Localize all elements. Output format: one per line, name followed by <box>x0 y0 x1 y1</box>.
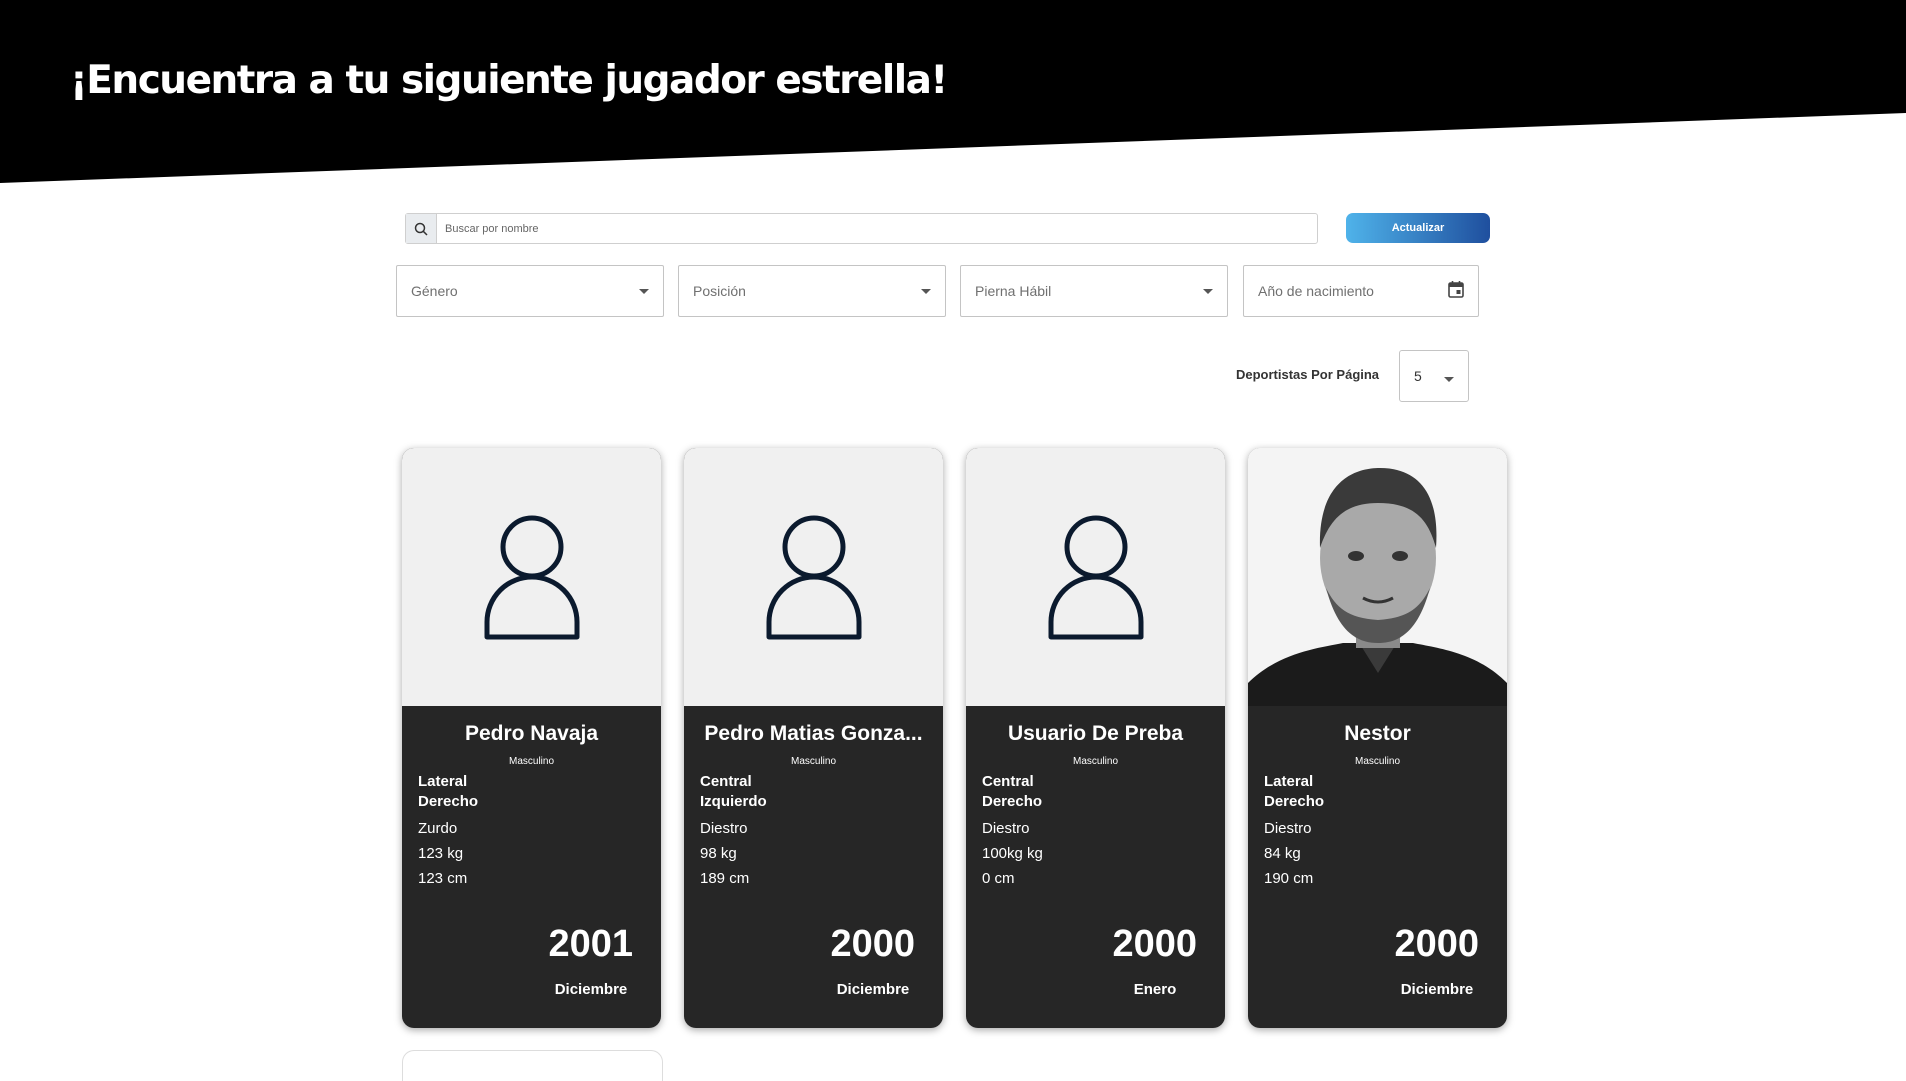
player-photo <box>402 448 661 706</box>
player-card[interactable]: Pedro Navaja Masculino Lateral Derecho Z… <box>402 448 661 1028</box>
player-card[interactable]: Usuario De Preba Masculino Central Derec… <box>966 448 1225 1028</box>
player-card-partial <box>402 1050 663 1081</box>
foot-select[interactable]: Pierna Hábil <box>960 265 1228 317</box>
player-position: Lateral Derecho <box>418 773 479 810</box>
player-height: 190 cm <box>1264 870 1314 887</box>
position-select[interactable]: Posición <box>678 265 946 317</box>
player-card[interactable]: Nestor Masculino Lateral Derecho Diestro… <box>1248 448 1507 1028</box>
gender-select-label: Género <box>411 283 458 299</box>
player-height: 189 cm <box>700 870 750 887</box>
player-name: Pedro Navaja <box>464 722 599 745</box>
calendar-icon[interactable] <box>1448 280 1464 303</box>
player-gender: Masculino <box>508 756 555 767</box>
player-birth-year: 2000 <box>1112 923 1197 965</box>
page-title: ¡Encuentra a tu siguiente jugador estrel… <box>70 58 948 103</box>
search-bar <box>405 213 1318 244</box>
player-foot: Zurdo <box>418 820 458 837</box>
player-position: Central Izquierdo <box>700 773 767 810</box>
player-foot: Diestro <box>700 820 748 837</box>
person-placeholder-icon <box>766 515 861 640</box>
player-birth-year: 2000 <box>830 923 915 965</box>
player-height: 0 cm <box>982 870 1015 887</box>
per-page-value: 5 <box>1414 368 1422 384</box>
chevron-down-icon <box>1203 288 1213 294</box>
player-name: Nestor <box>1344 722 1411 745</box>
player-photo <box>684 448 943 706</box>
player-weight: 123 kg <box>418 845 464 862</box>
player-foot: Diestro <box>982 820 1030 837</box>
gender-select[interactable]: Género <box>396 265 664 317</box>
chevron-down-icon <box>921 288 931 294</box>
player-birth-month: Enero <box>1133 981 1177 998</box>
player-birth-month: Diciembre <box>554 981 628 998</box>
player-card[interactable]: Pedro Matias Gonza... Masculino Central … <box>684 448 943 1028</box>
birth-year-field[interactable]: Año de nacimiento <box>1243 265 1479 317</box>
birth-year-label: Año de nacimiento <box>1258 283 1374 299</box>
update-button[interactable]: Actualizar <box>1346 213 1490 243</box>
per-page-label: Deportistas Por Página <box>1236 367 1380 382</box>
chevron-down-icon <box>1444 376 1454 382</box>
player-gender: Masculino <box>1072 756 1119 767</box>
player-birth-year: 2001 <box>548 923 633 965</box>
player-position: Lateral Derecho <box>1264 773 1325 810</box>
player-name: Pedro Matias Gonza... <box>704 722 923 745</box>
foot-select-label: Pierna Hábil <box>975 283 1052 299</box>
search-icon[interactable] <box>406 214 437 243</box>
player-weight: 84 kg <box>1264 845 1301 862</box>
player-gender: Masculino <box>790 756 837 767</box>
player-weight: 98 kg <box>700 845 737 862</box>
player-gender: Masculino <box>1354 756 1401 767</box>
player-photo <box>1248 448 1507 706</box>
player-foot: Diestro <box>1264 820 1312 837</box>
person-placeholder-icon <box>484 515 579 640</box>
search-input[interactable] <box>437 214 1317 243</box>
player-position: Central Derecho <box>982 773 1043 810</box>
chevron-down-icon <box>639 288 649 294</box>
player-birth-year: 2000 <box>1394 923 1479 965</box>
player-weight: 100kg kg <box>982 845 1043 862</box>
player-birth-month: Diciembre <box>1400 981 1474 998</box>
player-photo <box>966 448 1225 706</box>
portrait-photo <box>1248 448 1507 706</box>
player-birth-month: Diciembre <box>836 981 910 998</box>
player-name: Usuario De Preba <box>1007 722 1184 745</box>
per-page-select[interactable]: 5 <box>1399 350 1469 402</box>
position-select-label: Posición <box>693 283 746 299</box>
player-height: 123 cm <box>418 870 468 887</box>
person-placeholder-icon <box>1048 515 1143 640</box>
